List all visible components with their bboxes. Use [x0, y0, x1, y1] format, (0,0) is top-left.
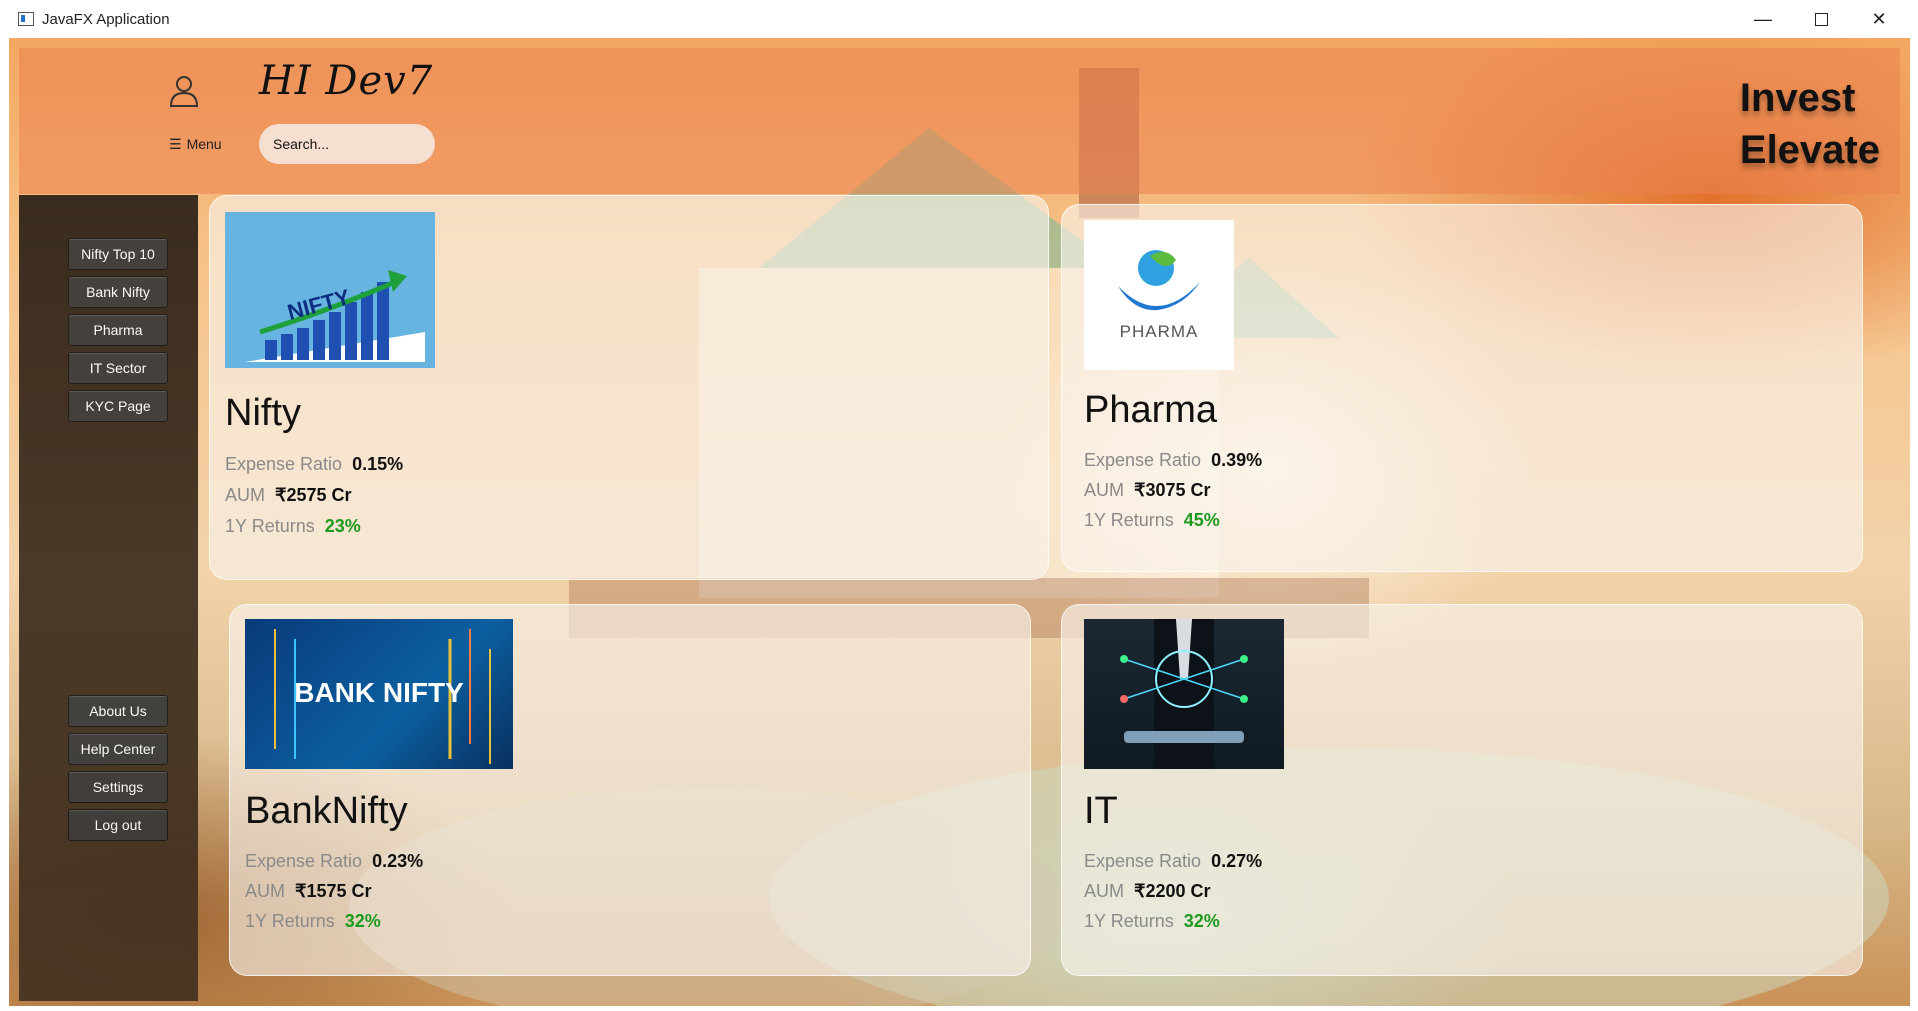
minimize-icon: —: [1754, 8, 1772, 29]
returns-label: 1Y Returns: [1084, 911, 1174, 931]
fund-name: Pharma: [1084, 389, 1218, 431]
sidebar-item-pharma[interactable]: Pharma: [68, 314, 168, 346]
returns-value: 45%: [1183, 510, 1220, 530]
fund-card-it[interactable]: IT Expense Ratio 0.27% AUM ₹2200 Cr 1Y R…: [1061, 604, 1863, 976]
close-button[interactable]: ✕: [1850, 0, 1908, 38]
it-image: [1084, 619, 1284, 769]
expense-ratio-row: Expense Ratio 0.27%: [1084, 851, 1262, 872]
fund-card-banknifty[interactable]: BANK NIFTY BankNifty Expense Ratio 0.23%…: [229, 604, 1031, 976]
fund-card-pharma[interactable]: PHARMA Pharma Expense Ratio 0.39% AUM ₹3…: [1061, 204, 1863, 572]
app-stage: ☰ Menu HI Dev7 Invest Elevate Nifty Top …: [9, 38, 1910, 1006]
minimize-button[interactable]: —: [1734, 0, 1792, 38]
pharma-image: PHARMA: [1084, 220, 1234, 370]
menu-button[interactable]: ☰ Menu: [169, 136, 222, 153]
sidebar-item-nifty-top-10[interactable]: Nifty Top 10: [68, 238, 168, 270]
app-icon: [18, 12, 34, 26]
aum-value: ₹3075 Cr: [1134, 480, 1211, 500]
expense-ratio-label: Expense Ratio: [1084, 450, 1202, 470]
greeting-title: HI Dev7: [259, 58, 434, 104]
window-titlebar: JavaFX Application — ✕: [0, 0, 1918, 38]
sidebar-item-kyc-page[interactable]: KYC Page: [68, 390, 168, 422]
returns-row: 1Y Returns 23%: [225, 516, 361, 537]
aum-row: AUM ₹1575 Cr: [245, 881, 372, 902]
aum-label: AUM: [1084, 881, 1124, 901]
expense-ratio-label: Expense Ratio: [225, 454, 343, 474]
returns-label: 1Y Returns: [225, 516, 315, 536]
returns-value: 32%: [1183, 911, 1220, 931]
aum-row: AUM ₹2575 Cr: [225, 485, 352, 506]
nifty-image: NIFTY: [225, 212, 435, 368]
banknifty-image: BANK NIFTY: [245, 619, 513, 769]
expense-ratio-value: 0.39%: [1211, 450, 1263, 470]
returns-value: 23%: [324, 516, 361, 536]
aum-label: AUM: [245, 881, 285, 901]
close-icon: ✕: [1871, 8, 1887, 29]
maximize-button[interactable]: [1792, 0, 1850, 38]
aum-label: AUM: [1084, 480, 1124, 500]
hamburger-icon: ☰: [169, 136, 182, 152]
pharma-image-text: PHARMA: [1119, 322, 1199, 341]
returns-value: 32%: [344, 911, 381, 931]
sidebar-item-help-center[interactable]: Help Center: [68, 733, 168, 765]
returns-row: 1Y Returns 45%: [1084, 510, 1220, 531]
expense-ratio-value: 0.23%: [372, 851, 424, 871]
expense-ratio-row: Expense Ratio 0.15%: [225, 454, 403, 475]
sidebar-item-settings[interactable]: Settings: [68, 771, 168, 803]
aum-label: AUM: [225, 485, 265, 505]
fund-name: IT: [1084, 790, 1118, 832]
maximize-icon: [1814, 12, 1828, 26]
fund-name: BankNifty: [245, 790, 408, 832]
app-header: ☰ Menu HI Dev7 Invest Elevate: [19, 48, 1900, 194]
expense-ratio-value: 0.27%: [1211, 851, 1263, 871]
brand-line-1: Invest: [1739, 76, 1856, 120]
user-icon[interactable]: [169, 74, 199, 108]
brand-logo: Invest Elevate: [1740, 72, 1880, 176]
search-input[interactable]: [259, 124, 435, 164]
aum-row: AUM ₹2200 Cr: [1084, 881, 1211, 902]
sidebar-item-it-sector[interactable]: IT Sector: [68, 352, 168, 384]
returns-label: 1Y Returns: [1084, 510, 1174, 530]
window-title: JavaFX Application: [42, 10, 170, 28]
expense-ratio-row: Expense Ratio 0.23%: [245, 851, 423, 872]
sidebar-item-bank-nifty[interactable]: Bank Nifty: [68, 276, 168, 308]
sidebar: Nifty Top 10 Bank Nifty Pharma IT Sector…: [19, 195, 198, 1001]
returns-row: 1Y Returns 32%: [245, 911, 381, 932]
expense-ratio-row: Expense Ratio 0.39%: [1084, 450, 1262, 471]
aum-value: ₹1575 Cr: [295, 881, 372, 901]
banknifty-image-text: BANK NIFTY: [294, 677, 464, 708]
menu-label: Menu: [186, 136, 222, 152]
expense-ratio-value: 0.15%: [352, 454, 404, 474]
sidebar-item-about-us[interactable]: About Us: [68, 695, 168, 727]
sidebar-item-log-out[interactable]: Log out: [68, 809, 168, 841]
returns-label: 1Y Returns: [245, 911, 335, 931]
returns-row: 1Y Returns 32%: [1084, 911, 1220, 932]
aum-value: ₹2575 Cr: [275, 485, 352, 505]
fund-name: Nifty: [225, 392, 301, 434]
aum-row: AUM ₹3075 Cr: [1084, 480, 1211, 501]
expense-ratio-label: Expense Ratio: [245, 851, 363, 871]
brand-line-2: Elevate: [1739, 128, 1880, 172]
tech-network-icon: [1120, 619, 1248, 769]
pharma-logo-icon: [1118, 250, 1200, 311]
expense-ratio-label: Expense Ratio: [1084, 851, 1202, 871]
fund-card-nifty[interactable]: NIFTY Nifty Expense Ratio 0.15% AUM ₹257…: [209, 195, 1049, 580]
aum-value: ₹2200 Cr: [1134, 881, 1211, 901]
